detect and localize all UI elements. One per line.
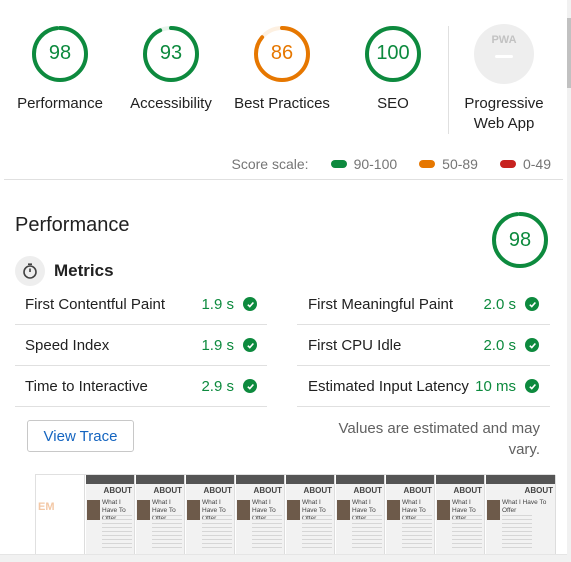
gauge-label: SEO — [377, 95, 409, 112]
filmstrip-frame: ABOUTWhat I Have To Offer — [286, 475, 335, 555]
average-pill-icon — [419, 160, 436, 168]
frame-heading: ABOUT — [524, 486, 553, 495]
frame-heading: ABOUT — [453, 486, 482, 495]
metric-first-cpu-idle: First CPU Idle 2.0 s — [297, 325, 550, 366]
frame-heading: ABOUT — [103, 486, 132, 495]
filmstrip-frame: ABOUTWhat I Have To Offer — [236, 475, 285, 555]
frame-subtext: What I Have To Offer — [502, 499, 547, 514]
metric-value: 1.9 s — [201, 336, 234, 354]
frame-heading: ABOUT — [403, 486, 432, 495]
pwa-label-line2: Web App — [473, 115, 535, 132]
gauge-score: 93 — [159, 42, 183, 64]
frame-photo — [387, 500, 400, 520]
metric-time-to-interactive: Time to Interactive 2.9 s — [15, 366, 267, 407]
horizontal-scrollbar[interactable] — [0, 554, 567, 562]
frame-first-text: EM — [38, 501, 55, 513]
metric-label: First Contentful Paint — [25, 295, 166, 313]
score-scale-average: 50-89 — [419, 156, 478, 172]
fail-pill-icon — [499, 160, 516, 168]
gauge-score: 98 — [48, 42, 72, 64]
performance-score-gauge: 98 — [490, 210, 550, 270]
gauge-label: Accessibility — [130, 95, 212, 112]
metric-speed-index: Speed Index 1.9 s — [15, 325, 267, 366]
pwa-label-line1: Progressive — [464, 95, 544, 112]
category-gauges: 98 Performance 93 Accessibility 86 Best … — [0, 0, 571, 180]
section-divider — [4, 179, 563, 180]
filmstrip-frame: ABOUTWhat I Have To Offer — [186, 475, 235, 555]
metric-label: Time to Interactive — [25, 377, 148, 395]
metric-estimated-input-latency: Estimated Input Latency 10 ms — [297, 366, 550, 407]
metric-value: 2.9 s — [201, 377, 234, 395]
score-scale-title: Score scale: — [231, 156, 309, 172]
filmstrip-frame: ABOUTWhat I Have To Offer — [436, 475, 485, 555]
metric-first-contentful-paint: First Contentful Paint 1.9 s — [15, 284, 267, 325]
check-icon — [525, 379, 539, 393]
frame-photo — [437, 500, 450, 520]
pwa-label: Progressive Web App — [449, 94, 559, 134]
stopwatch-icon — [15, 256, 45, 286]
check-icon — [525, 338, 539, 352]
metrics-title: Metrics — [54, 261, 114, 280]
gauge-performance[interactable]: 98 Performance — [5, 24, 115, 114]
gauge-seo[interactable]: 100 SEO — [338, 24, 448, 114]
gauge-score: 86 — [270, 42, 294, 64]
filmstrip: EM ABOUTWhat I Have To Offer ABOUTWhat I… — [35, 474, 556, 555]
metric-value: 1.9 s — [201, 295, 234, 313]
metric-label: First Meaningful Paint — [308, 295, 454, 313]
frame-photo — [287, 500, 300, 520]
pwa-badge-icon: PWA — [474, 24, 534, 84]
metric-value: 10 ms — [475, 377, 516, 395]
estimate-note: Values are estimated and may vary. — [338, 420, 541, 458]
performance-score: 98 — [508, 229, 532, 251]
filmstrip-frame: ABOUTWhat I Have To Offer — [386, 475, 435, 555]
score-scale: Score scale: 90-100 50-89 0-49 — [232, 156, 551, 172]
score-scale-fail: 0-49 — [499, 156, 551, 172]
frame-photo — [237, 500, 250, 520]
frame-photo — [187, 500, 200, 520]
metric-label: First CPU Idle — [308, 336, 402, 354]
pwa-dash — [495, 55, 513, 58]
filmstrip-frame: ABOUT What I Have To Offer — [486, 475, 556, 555]
metric-label: Speed Index — [25, 336, 110, 354]
metric-first-meaningful-paint: First Meaningful Paint 2.0 s — [297, 284, 550, 325]
score-scale-range: 50-89 — [442, 156, 478, 172]
filmstrip-frame: ABOUTWhat I Have To Offer — [86, 475, 135, 555]
pass-pill-icon — [330, 160, 347, 168]
gauge-label: Best Practices — [234, 95, 330, 112]
score-scale-range: 90-100 — [353, 156, 398, 172]
score-scale-pass: 90-100 — [330, 156, 398, 172]
check-icon — [525, 297, 539, 311]
view-trace-button[interactable]: View Trace — [27, 420, 134, 452]
frame-photo — [137, 500, 150, 520]
frame-heading: ABOUT — [153, 486, 182, 495]
gauge-accessibility[interactable]: 93 Accessibility — [116, 24, 226, 114]
check-icon — [243, 297, 257, 311]
gauge-label: Performance — [17, 95, 103, 112]
scrollbar-thumb[interactable] — [567, 18, 571, 88]
filmstrip-frame: ABOUTWhat I Have To Offer — [136, 475, 185, 555]
filmstrip-frame: ABOUTWhat I Have To Offer — [336, 475, 385, 555]
vertical-scrollbar[interactable] — [567, 0, 571, 562]
gauge-score: 100 — [376, 42, 410, 64]
frame-photo — [337, 500, 350, 520]
gauge-best-practices[interactable]: 86 Best Practices — [227, 24, 337, 114]
frame-photo — [87, 500, 100, 520]
frame-photo — [487, 500, 500, 520]
gauge-pwa[interactable]: PWA Progressive Web App — [449, 24, 559, 134]
metric-value: 2.0 s — [483, 336, 516, 354]
frame-heading: ABOUT — [203, 486, 232, 495]
filmstrip-frame: EM — [36, 475, 85, 555]
frame-heading: ABOUT — [353, 486, 382, 495]
pwa-badge-text: PWA — [491, 34, 517, 46]
frame-heading: ABOUT — [253, 486, 282, 495]
check-icon — [243, 379, 257, 393]
metrics-header: Metrics — [15, 256, 114, 286]
frame-heading: ABOUT — [303, 486, 332, 495]
metric-label: Estimated Input Latency — [308, 377, 469, 395]
performance-title: Performance — [15, 214, 130, 236]
check-icon — [243, 338, 257, 352]
score-scale-range: 0-49 — [522, 156, 551, 172]
metric-value: 2.0 s — [483, 295, 516, 313]
